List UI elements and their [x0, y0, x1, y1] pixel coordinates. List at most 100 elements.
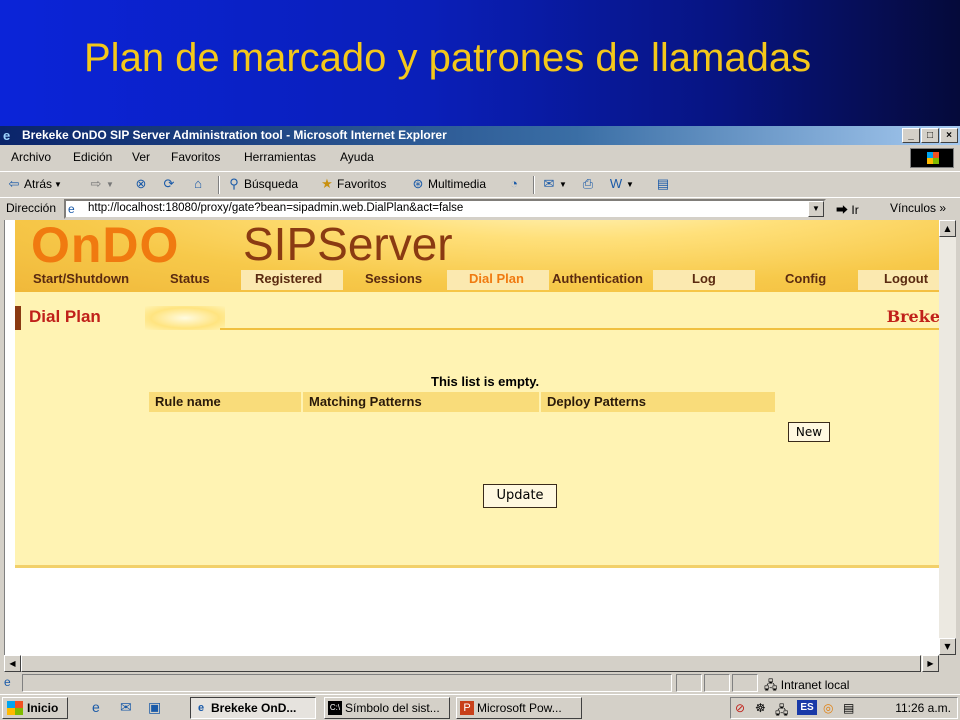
close-button[interactable]: ×	[940, 128, 958, 143]
search-button[interactable]: ⚲ Búsqueda	[226, 176, 298, 192]
nav-config[interactable]: Config	[785, 271, 826, 286]
address-dropdown-icon[interactable]: ▼	[808, 201, 824, 217]
back-label: Atrás	[24, 177, 53, 191]
home-icon: ⌂	[194, 176, 202, 191]
stop-icon: ⊗	[135, 176, 147, 191]
quicklaunch-desktop-icon[interactable]: ▣	[148, 699, 161, 716]
tray-icon[interactable]: ◎	[823, 701, 833, 715]
home-button[interactable]: ⌂	[190, 176, 206, 192]
nav-log[interactable]: Log	[692, 271, 716, 286]
task-brekeke[interactable]: e Brekeke OnD...	[190, 697, 316, 719]
slide-header: Plan de marcado y patrones de llamadas	[0, 0, 960, 126]
favorites-button[interactable]: ★ Favoritos	[319, 176, 386, 192]
links-button[interactable]: Vínculos »	[890, 201, 946, 215]
toolbar-separator	[533, 176, 535, 194]
menu-ayuda[interactable]: Ayuda	[340, 150, 374, 164]
scroll-up-icon[interactable]: ▲	[939, 220, 956, 237]
task-command-prompt[interactable]: C:\ Símbolo del sist...	[324, 697, 450, 719]
quicklaunch-ie-icon[interactable]: e	[92, 699, 100, 715]
favorites-icon: ★	[321, 176, 333, 191]
mail-icon: ✉	[543, 176, 555, 191]
horizontal-scroll-thumb[interactable]	[21, 655, 921, 672]
mail-dropdown-icon[interactable]: ▼	[559, 180, 567, 189]
status-segment	[676, 674, 702, 692]
nav-status[interactable]: Status	[170, 271, 210, 286]
task-label: Símbolo del sist...	[345, 701, 440, 715]
back-dropdown-icon[interactable]: ▼	[54, 180, 62, 189]
menu-edicion[interactable]: Edición	[73, 150, 112, 164]
forward-dropdown-icon[interactable]: ▼	[106, 180, 114, 189]
column-header-rule-name: Rule name	[149, 392, 301, 412]
nav-start-shutdown[interactable]: Start/Shutdown	[33, 271, 129, 286]
menu-favoritos[interactable]: Favoritos	[171, 150, 220, 164]
nav-registered[interactable]: Registered	[255, 271, 322, 286]
taskbar: Inicio e ✉ ▣ e Brekeke OnD... C:\ Símbol…	[0, 694, 960, 720]
nav-authentication[interactable]: Authentication	[552, 271, 643, 286]
menu-ver[interactable]: Ver	[132, 150, 150, 164]
task-powerpoint[interactable]: P Microsoft Pow...	[456, 697, 582, 719]
address-bar: Dirección e http://localhost:18080/proxy…	[0, 197, 960, 219]
back-button[interactable]: ⇦ Atrás ▼	[6, 176, 62, 192]
history-button[interactable]: ◔	[506, 176, 522, 192]
address-label: Dirección	[6, 201, 57, 215]
go-label: Ir	[851, 203, 859, 217]
start-label: Inicio	[27, 701, 59, 715]
tray-icon[interactable]: ☸	[755, 701, 766, 715]
menu-archivo[interactable]: Archivo	[11, 150, 51, 164]
discuss-button[interactable]: ▤	[655, 176, 671, 192]
task-label: Brekeke OnD...	[211, 701, 297, 715]
favorites-label: Favoritos	[337, 177, 387, 191]
page-viewport: OnDO SIPServer Start/Shutdown Status Reg…	[4, 220, 939, 655]
mail-button[interactable]: ✉ ▼	[541, 176, 567, 192]
content-area: Dial Plan Breke This list is empty. Rule…	[15, 292, 939, 567]
tray-icon[interactable]: ⊘	[735, 701, 745, 715]
scroll-left-icon[interactable]: ◀	[4, 655, 21, 672]
update-button[interactable]: Update	[483, 484, 557, 508]
section-divider	[220, 328, 939, 330]
sipserver-logo: SIPServer	[243, 220, 453, 270]
go-button[interactable]: ⮕ Ir	[836, 201, 859, 218]
tray-icon[interactable]: ▤	[843, 701, 854, 715]
page-icon: e	[68, 202, 75, 216]
media-icon: ⊛	[412, 176, 424, 191]
security-zone-label: Intranet local	[780, 678, 850, 692]
forward-button[interactable]: ⇨ ▼	[88, 176, 114, 192]
menu-herramientas[interactable]: Herramientas	[244, 150, 316, 164]
nav-sessions[interactable]: Sessions	[365, 271, 422, 286]
discuss-icon: ▤	[656, 176, 670, 191]
vertical-scrollbar[interactable]: ▲ ▼	[939, 220, 956, 655]
nav-dial-plan[interactable]: Dial Plan	[469, 271, 524, 286]
section-header: Dial Plan Breke	[15, 306, 939, 330]
quicklaunch-outlook-icon[interactable]: ✉	[120, 699, 132, 716]
horizontal-scrollbar[interactable]: ◀ ▶	[4, 655, 939, 672]
search-label: Búsqueda	[244, 177, 299, 191]
tray-icon[interactable]: 🖧	[775, 701, 788, 720]
window-titlebar[interactable]: e Brekeke OnDO SIP Server Administration…	[0, 126, 960, 145]
maximize-button[interactable]: □	[921, 128, 939, 143]
status-segment	[704, 674, 730, 692]
edit-button[interactable]: W ▼	[608, 176, 634, 192]
empty-list-message: This list is empty.	[431, 374, 540, 389]
stop-button[interactable]: ⊗	[133, 176, 149, 192]
column-header-deploy-patterns: Deploy Patterns	[541, 392, 775, 412]
scroll-down-icon[interactable]: ▼	[939, 638, 956, 655]
edit-dropdown-icon[interactable]: ▼	[626, 180, 634, 189]
system-tray: ⊘ ☸ 🖧 ES ◎ ▤ 11:26 a.m.	[730, 697, 958, 719]
ie-icon: e	[197, 702, 205, 714]
powerpoint-icon: P	[460, 701, 474, 715]
print-icon: ⎙	[582, 176, 594, 191]
refresh-button[interactable]: ⟳	[161, 176, 177, 192]
address-input[interactable]: e http://localhost:18080/proxy/gate?bean…	[64, 199, 826, 219]
page-status-icon: e	[4, 675, 11, 689]
start-button[interactable]: Inicio	[2, 697, 68, 719]
nav-logout[interactable]: Logout	[884, 271, 928, 286]
section-title: Dial Plan	[29, 307, 101, 326]
history-icon: ◔	[510, 176, 518, 191]
minimize-button[interactable]: _	[902, 128, 920, 143]
new-button[interactable]: New	[788, 422, 830, 442]
media-button[interactable]: ⊛ Multimedia	[410, 176, 486, 192]
print-button[interactable]: ⎙	[580, 176, 596, 192]
word-icon: W	[609, 176, 623, 191]
language-indicator[interactable]: ES	[797, 700, 817, 715]
scroll-right-icon[interactable]: ▶	[922, 655, 939, 672]
